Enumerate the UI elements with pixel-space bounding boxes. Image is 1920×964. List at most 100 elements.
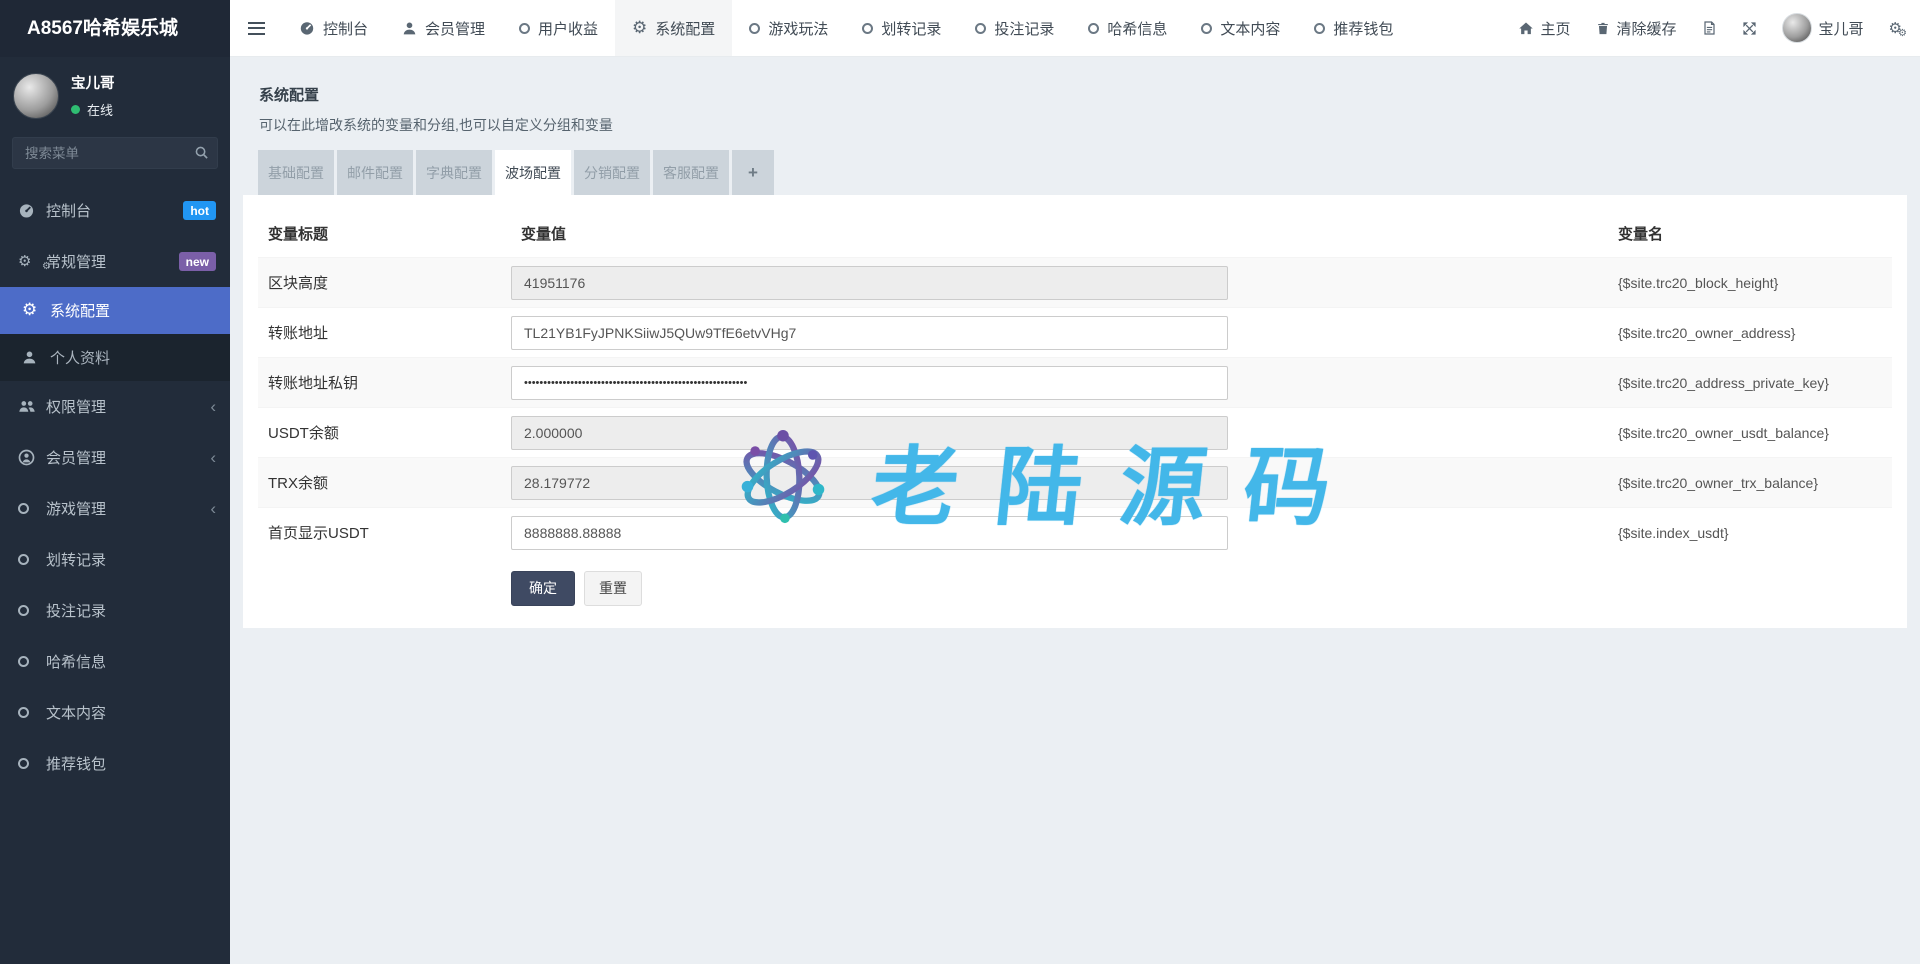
- tab-label: 系统配置: [655, 18, 715, 39]
- sidebar-item-label: 会员管理: [46, 447, 210, 468]
- sidebar-item-members[interactable]: 会员管理 ‹: [0, 432, 230, 483]
- tab-label: 控制台: [323, 18, 368, 39]
- sidebar-item-permissions[interactable]: 权限管理 ‹: [0, 381, 230, 432]
- menu-toggle-icon[interactable]: [230, 0, 282, 57]
- tab-label: 投注记录: [994, 18, 1054, 39]
- tab-distribution-config[interactable]: 分销配置: [574, 150, 650, 195]
- topbar: 控制台 会员管理 用户收益 ⚙ 系统配置 游戏玩法: [230, 0, 1920, 57]
- sidebar-item-transfer-records[interactable]: 划转记录: [0, 534, 230, 585]
- user-menu[interactable]: 宝儿哥: [1782, 13, 1864, 43]
- tab-text-content[interactable]: 文本内容: [1184, 0, 1297, 56]
- gear-icon: ⚙: [632, 20, 647, 37]
- sidebar-item-bet-records[interactable]: 投注记录: [0, 585, 230, 636]
- confirm-button[interactable]: 确定: [511, 571, 575, 606]
- home-label: 主页: [1541, 18, 1571, 39]
- circle-icon: [749, 23, 760, 34]
- sidebar-item-hash-info[interactable]: 哈希信息: [0, 636, 230, 687]
- add-tab-button[interactable]: +: [732, 150, 774, 195]
- circle-icon: [1314, 23, 1325, 34]
- tab-game-play[interactable]: 游戏玩法: [732, 0, 845, 56]
- sidebar-item-profile[interactable]: 个人资料: [0, 334, 230, 381]
- circle-icon: [18, 605, 46, 616]
- table-row: TRX余额 {$site.trc20_owner_trx_balance}: [258, 458, 1892, 508]
- tab-label: 划转记录: [881, 18, 941, 39]
- tab-user-income[interactable]: 用户收益: [502, 0, 615, 56]
- tab-mail-config[interactable]: 邮件配置: [337, 150, 413, 195]
- transfer-address-input[interactable]: [511, 316, 1228, 350]
- sidebar-item-recommend-wallet[interactable]: 推荐钱包: [0, 738, 230, 789]
- sidebar-item-games[interactable]: 游戏管理 ‹: [0, 483, 230, 534]
- person-icon: [402, 21, 417, 36]
- trx-balance-input: [511, 466, 1228, 500]
- sidebar: A8567哈希娱乐城 宝儿哥 在线 控制台 hot ⚙⚙ 常规管理 new: [0, 0, 230, 964]
- topbar-right: 主页 清除缓存 宝儿哥: [1518, 13, 1920, 43]
- chevron-left-icon: ‹: [210, 398, 216, 415]
- row-varname: {$site.trc20_owner_trx_balance}: [1608, 458, 1892, 508]
- tab-bet-records[interactable]: 投注记录: [958, 0, 1071, 56]
- sidebar-item-label: 哈希信息: [46, 651, 216, 672]
- clear-cache-label: 清除缓存: [1617, 18, 1677, 39]
- user-circle-icon: [18, 449, 46, 466]
- circle-icon: [1088, 23, 1099, 34]
- panel-body: 变量标题 变量值 变量名 区块高度 {$site.trc20_block_hei…: [243, 195, 1907, 628]
- tab-label: 用户收益: [538, 18, 598, 39]
- table-row: 转账地址 {$site.trc20_owner_address}: [258, 308, 1892, 358]
- cogs-icon: ⚙⚙: [1889, 21, 1902, 36]
- clear-cache-button[interactable]: 清除缓存: [1596, 18, 1677, 39]
- sidebar-item-label: 投注记录: [46, 600, 216, 621]
- circle-icon: [862, 23, 873, 34]
- online-status-label: 在线: [87, 100, 113, 119]
- sidebar-item-label: 文本内容: [46, 702, 216, 723]
- sidebar-item-label: 系统配置: [50, 300, 216, 321]
- panel-heading: 系统配置 可以在此增改系统的变量和分组,也可以自定义分组和变量: [243, 71, 1907, 135]
- sidebar-item-dashboard[interactable]: 控制台 hot: [0, 185, 230, 236]
- person-icon: [22, 350, 50, 365]
- cogs-icon: ⚙⚙: [18, 254, 46, 269]
- block-height-input: [511, 266, 1228, 300]
- top-nav: 控制台 会员管理 用户收益 ⚙ 系统配置 游戏玩法: [282, 0, 1410, 56]
- fullscreen-icon: [1742, 21, 1757, 36]
- tab-system-config[interactable]: ⚙ 系统配置: [615, 0, 732, 56]
- tab-customer-service-config[interactable]: 客服配置: [653, 150, 729, 195]
- main-area: 控制台 会员管理 用户收益 ⚙ 系统配置 游戏玩法: [230, 0, 1920, 964]
- tab-transfer-records[interactable]: 划转记录: [845, 0, 958, 56]
- row-title: TRX余额: [258, 458, 511, 508]
- tab-dashboard[interactable]: 控制台: [282, 0, 385, 56]
- gear-icon: ⚙: [22, 302, 50, 319]
- sidebar-item-label: 个人资料: [50, 347, 216, 368]
- sidebar-item-general-management[interactable]: ⚙⚙ 常规管理 new: [0, 236, 230, 287]
- tab-hash-info[interactable]: 哈希信息: [1071, 0, 1184, 56]
- circle-icon: [975, 23, 986, 34]
- chevron-left-icon: ‹: [210, 500, 216, 517]
- settings-button[interactable]: ⚙⚙: [1889, 21, 1902, 36]
- reset-button[interactable]: 重置: [584, 571, 642, 606]
- content-area: 系统配置 可以在此增改系统的变量和分组,也可以自定义分组和变量 基础配置 邮件配…: [230, 57, 1920, 964]
- fullscreen-button[interactable]: [1742, 21, 1757, 36]
- circle-icon: [1201, 23, 1212, 34]
- home-icon: [1518, 21, 1534, 36]
- sidebar-item-text-content[interactable]: 文本内容: [0, 687, 230, 738]
- language-button[interactable]: [1702, 20, 1717, 36]
- tab-tron-config[interactable]: 波场配置: [495, 150, 571, 195]
- search-input[interactable]: [12, 137, 218, 169]
- row-varname: {$site.trc20_block_height}: [1608, 258, 1892, 308]
- col-header-title: 变量标题: [258, 210, 511, 258]
- sidebar-item-system-config[interactable]: ⚙ 系统配置: [0, 287, 230, 334]
- sidebar-item-label: 控制台: [46, 200, 183, 221]
- index-usdt-input[interactable]: [511, 516, 1228, 550]
- avatar: [13, 73, 59, 119]
- sidebar-item-label: 权限管理: [46, 396, 210, 417]
- tab-dictionary-config[interactable]: 字典配置: [416, 150, 492, 195]
- home-link[interactable]: 主页: [1518, 18, 1571, 39]
- tab-basic-config[interactable]: 基础配置: [258, 150, 334, 195]
- private-key-input[interactable]: [511, 366, 1228, 400]
- trash-icon: [1596, 21, 1610, 36]
- avatar: [1782, 13, 1812, 43]
- table-row: 首页显示USDT {$site.index_usdt}: [258, 508, 1892, 558]
- tab-recommend-wallet[interactable]: 推荐钱包: [1297, 0, 1410, 56]
- tab-label: 哈希信息: [1107, 18, 1167, 39]
- page-title: 系统配置: [259, 84, 1891, 105]
- circle-icon: [18, 758, 46, 769]
- tab-members[interactable]: 会员管理: [385, 0, 502, 56]
- table-row: USDT余额 {$site.trc20_owner_usdt_balance}: [258, 408, 1892, 458]
